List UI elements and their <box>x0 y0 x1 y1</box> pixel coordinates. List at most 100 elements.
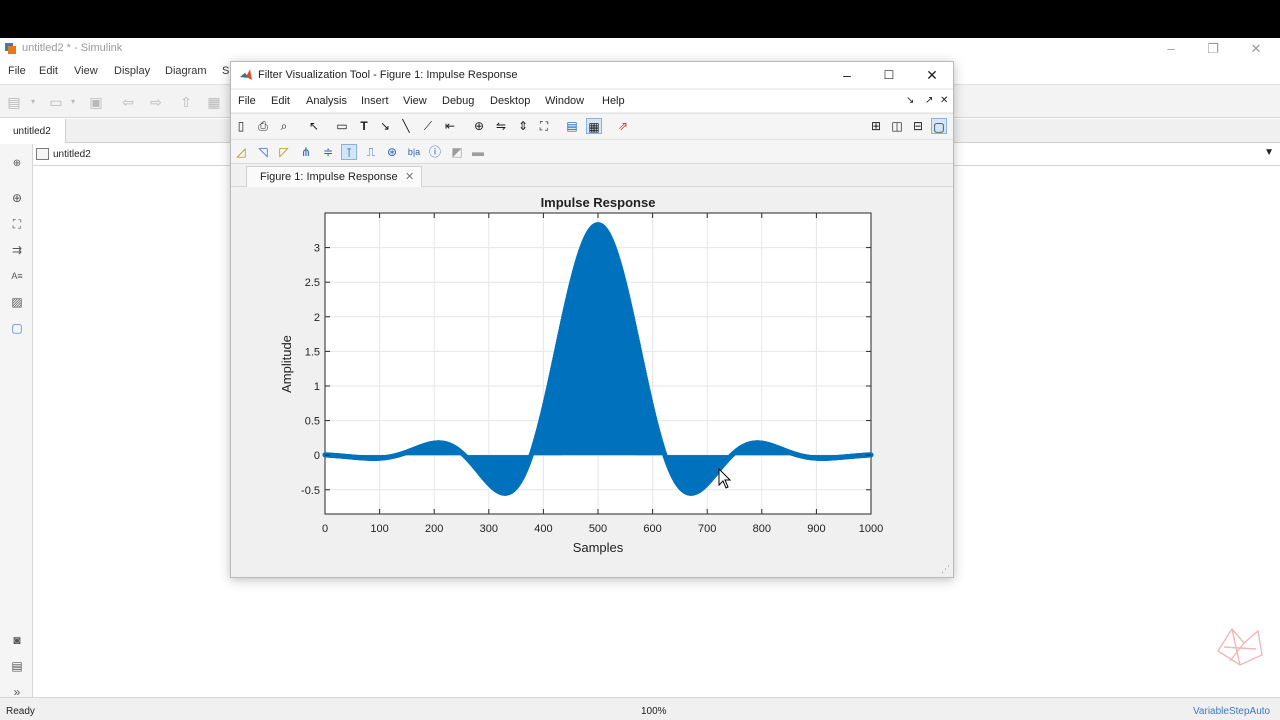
resize-grip-icon[interactable]: ⋰ <box>941 564 950 575</box>
full-view-icon[interactable]: ⛶ <box>536 118 552 134</box>
x-tick-label: 200 <box>425 523 443 535</box>
arrow-icon[interactable]: ⇉ <box>9 242 25 258</box>
maximize-icon[interactable]: ☐ <box>869 65 909 85</box>
phase-delay-icon[interactable]: ≑ <box>320 144 336 160</box>
impulse-response-chart[interactable]: Impulse Response 0 100 200 300 400 500 600 700 8… <box>231 188 953 577</box>
simulink-app-icon <box>5 43 16 54</box>
menu-view[interactable]: View <box>403 95 427 107</box>
watermark-logo <box>1217 627 1263 666</box>
menu-view[interactable]: View <box>74 65 98 77</box>
fvtool-analysis-toolbar: ◿ ◹ ◸ ⋔ ≑ ⊺ ⎍ ⊛ b|a ⓘ ◩ ▬ <box>231 139 953 164</box>
forward-icon[interactable]: ⇨ <box>148 94 164 110</box>
menu-simulation[interactable]: S <box>222 65 229 77</box>
open-icon[interactable]: ▭ <box>48 94 64 110</box>
y-tick-label: 3 <box>314 243 320 255</box>
fit-to-view-icon[interactable]: ⛶ <box>9 216 25 232</box>
chevron-down-icon[interactable]: ▼ <box>1264 147 1274 158</box>
menu-file[interactable]: File <box>238 95 256 107</box>
tab-untitled2[interactable]: untitled2 <box>0 119 66 143</box>
close-icon[interactable]: ✕ <box>1241 40 1271 58</box>
menu-display[interactable]: Display <box>114 65 150 77</box>
area-icon[interactable]: ▢ <box>9 320 25 336</box>
dock-icon[interactable]: ↗ <box>925 95 933 106</box>
menu-diagram[interactable]: Diagram <box>165 65 207 77</box>
x-tick-label: 1000 <box>859 523 883 535</box>
back-icon[interactable]: ⇦ <box>120 94 136 110</box>
close-icon[interactable]: ✕ <box>912 65 952 85</box>
y-tick-label: 1.5 <box>305 346 320 358</box>
new-model-icon[interactable]: ▤ <box>6 94 22 110</box>
menu-insert[interactable]: Insert <box>361 95 389 107</box>
zoom-y-icon[interactable]: ⇕ <box>515 118 531 134</box>
line-icon[interactable]: ⟋ <box>420 118 436 134</box>
camera-icon[interactable]: ◙ <box>9 632 25 648</box>
coefficients-icon[interactable]: b|a <box>406 144 422 160</box>
y-tick-label: 0.5 <box>305 416 320 428</box>
status-ready: Ready <box>6 706 35 717</box>
model-explorer-icon[interactable]: ▤ <box>9 658 25 674</box>
noise-loading-icon[interactable]: ◩ <box>449 144 465 160</box>
text-icon[interactable]: T <box>356 118 372 134</box>
image-icon[interactable]: ▨ <box>9 294 25 310</box>
legend-icon[interactable]: ▤ <box>564 118 580 134</box>
round-off-icon[interactable]: ▬ <box>470 144 486 160</box>
line-annotation-icon[interactable]: ╲ <box>398 118 414 134</box>
minimize-icon[interactable]: – <box>827 65 867 85</box>
up-icon[interactable]: ⇧ <box>178 94 194 110</box>
magnitude-response-icon[interactable]: ◿ <box>233 144 249 160</box>
hide-browser-icon[interactable]: ⊕ <box>9 156 25 172</box>
menu-help[interactable]: Help <box>602 95 625 107</box>
menu-window[interactable]: Window <box>545 95 584 107</box>
menu-debug[interactable]: Debug <box>442 95 474 107</box>
undock-icon[interactable]: ↘ <box>906 95 914 106</box>
insert-legend-icon[interactable]: ⇤ <box>442 118 458 134</box>
close-tab-icon[interactable]: ✕ <box>405 170 414 183</box>
edit-plot-icon[interactable]: ↖ <box>306 118 322 134</box>
link-icon[interactable]: ⇗ <box>615 118 631 134</box>
chevron-down-icon[interactable]: ▾ <box>28 94 38 110</box>
tab-figure-1[interactable]: Figure 1: Impulse Response ✕ <box>246 166 422 187</box>
menu-edit[interactable]: Edit <box>271 95 290 107</box>
group-delay-icon[interactable]: ⋔ <box>298 144 314 160</box>
step-response-icon[interactable]: ⎍ <box>363 144 379 160</box>
minimize-icon[interactable]: – <box>1156 40 1186 58</box>
chevron-down-icon[interactable]: ▾ <box>68 94 78 110</box>
annotation-icon[interactable]: A≡ <box>9 268 25 284</box>
y-axis-label: Amplitude <box>279 335 294 393</box>
menu-analysis[interactable]: Analysis <box>306 95 347 107</box>
magnitude-phase-icon[interactable]: ◸ <box>276 144 292 160</box>
filter-info-icon[interactable]: ⓘ <box>427 144 443 160</box>
status-zoom: 100% <box>641 706 667 717</box>
status-solver[interactable]: VariableStepAuto <box>1193 706 1270 717</box>
grid-icon[interactable]: ▦ <box>586 118 602 134</box>
fvtool-menu-bar: File Edit Analysis Insert View Debug Des… <box>231 90 953 112</box>
zoom-icon[interactable]: ⊕ <box>9 190 25 206</box>
simulink-title-bar: untitled2 * - Simulink – ❐ ✕ <box>0 38 1280 60</box>
phase-response-icon[interactable]: ◹ <box>255 144 271 160</box>
x-axis-label: Samples <box>573 540 624 555</box>
new-figure-icon[interactable]: ▯ <box>233 118 249 134</box>
arrow-annotation-icon[interactable]: ↘ <box>377 118 393 134</box>
maximize-layout-icon[interactable]: ▢ <box>931 118 947 134</box>
impulse-response-icon[interactable]: ⊺ <box>341 144 357 160</box>
rectangle-icon[interactable]: ▭ <box>334 118 350 134</box>
y-tick-label: -0.5 <box>301 485 320 497</box>
library-browser-icon[interactable]: ▦ <box>206 94 222 110</box>
rows-icon[interactable]: ⊟ <box>910 118 926 134</box>
restore-icon[interactable]: ❐ <box>1198 40 1228 58</box>
close-figure-icon[interactable]: ✕ <box>940 95 948 106</box>
menu-desktop[interactable]: Desktop <box>490 95 530 107</box>
zoom-x-icon[interactable]: ⇋ <box>493 118 509 134</box>
simulink-title: untitled2 * - Simulink <box>22 42 123 54</box>
save-icon[interactable]: ▣ <box>88 94 104 110</box>
menu-file[interactable]: File <box>8 65 26 77</box>
columns-icon[interactable]: ◫ <box>889 118 905 134</box>
menu-edit[interactable]: Edit <box>39 65 58 77</box>
tile-icon[interactable]: ⊞ <box>868 118 884 134</box>
pole-zero-icon[interactable]: ⊛ <box>384 144 400 160</box>
screen-top-bar <box>0 0 1280 38</box>
zoom-in-icon[interactable]: ⊕ <box>471 118 487 134</box>
print-icon[interactable]: ⎙ <box>255 118 271 134</box>
y-tick-label: 0 <box>314 450 320 462</box>
print-preview-icon[interactable]: ⌕ <box>276 118 292 134</box>
